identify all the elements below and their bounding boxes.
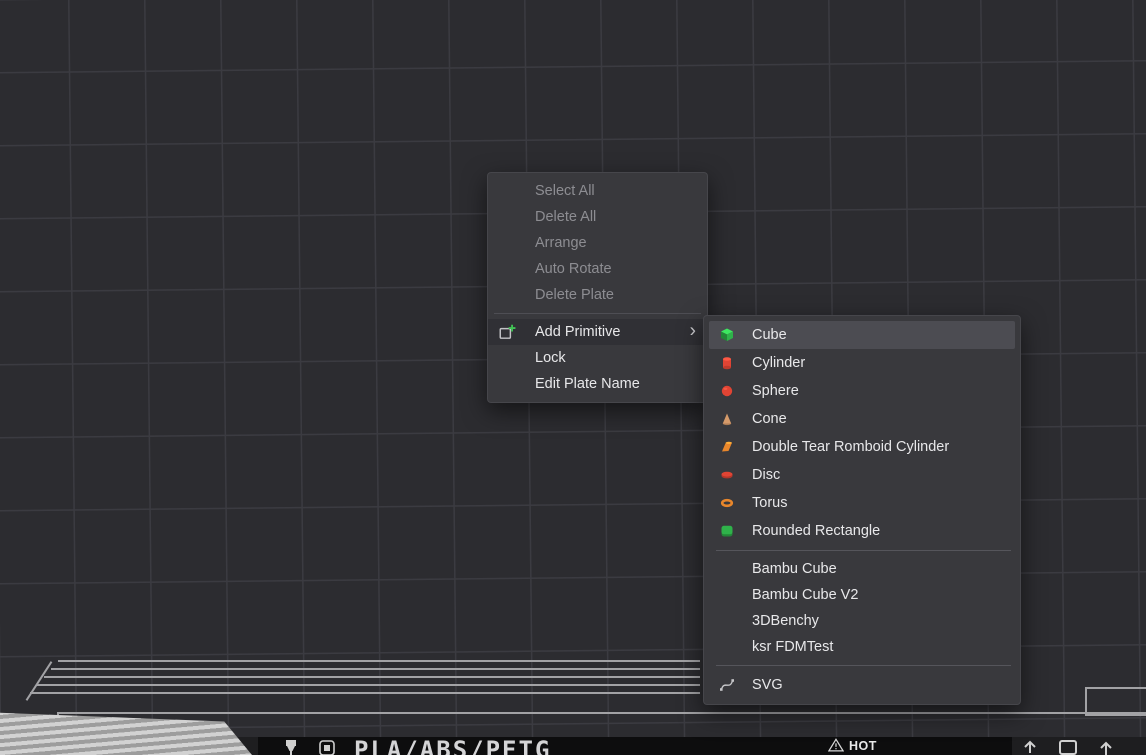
submenu-item-double-tear-romboid-cylinder[interactable]: Double Tear Romboid Cylinder [704,433,1020,461]
romboid-icon [719,439,735,455]
menu-item-label: Arrange [535,235,707,251]
nozzle-icon [282,739,300,755]
menu-item-label: Bambu Cube [752,561,1020,577]
submenu-item-bambu-cube[interactable]: Bambu Cube [704,556,1020,582]
plate-edge-diagonal [26,661,53,701]
menu-item-label: ksr FDMTest [752,639,1020,655]
torus-icon [719,495,735,511]
submenu-item-rounded-rectangle[interactable]: Rounded Rectangle [704,517,1020,545]
menu-item-label: Rounded Rectangle [752,523,1020,539]
context-menu-item-lock[interactable]: Lock [488,345,707,371]
menu-item-label: Delete Plate [535,287,707,303]
submenu-item-svg[interactable]: SVG [704,671,1020,699]
menu-item-label: Select All [535,183,707,199]
sphere-icon [719,383,735,399]
submenu-item-sphere[interactable]: Sphere [704,377,1020,405]
plate-select-icon[interactable] [1058,738,1078,755]
submenu-item-cylinder[interactable]: Cylinder [704,349,1020,377]
submenu-group-3: SVG [704,671,1020,699]
add-primitive-icon [498,323,516,341]
menu-item-label: Bambu Cube V2 [752,587,1020,603]
menu-item-label: Disc [752,467,1020,483]
cylinder-icon [719,355,735,371]
menu-item-label: Edit Plate Name [535,376,707,392]
context-menu-item-delete-all: Delete All [488,204,707,230]
filament-types-label: PLA/ABS/PETG [354,737,551,755]
menu-separator [716,550,1011,551]
menu-item-label: Cube [752,327,1015,343]
upload-icon[interactable] [1020,738,1040,755]
slicer-window: PLA/ABS/PETG HOT Select All Delete All Arr… [0,0,1146,755]
rounded-rectangle-icon [719,523,735,539]
submenu-group-1: Cube Cylinder Sphere Cone Double Tear Romboi… [704,321,1020,545]
submenu-item-3dbenchy[interactable]: 3DBenchy [704,608,1020,634]
submenu-group-2: Bambu Cube Bambu Cube V2 3DBenchy ksr FDMTe… [704,556,1020,660]
chevron-right-icon: › [690,322,696,341]
plate-front-line [57,712,1146,714]
menu-separator [716,665,1011,666]
context-menu-item-delete-plate: Delete Plate [488,282,707,308]
menu-item-label: Lock [535,350,707,366]
svg-curve-icon [719,677,735,693]
menu-item-label: Torus [752,495,1020,511]
menu-item-label: 3DBenchy [752,613,1020,629]
context-menu-item-add-primitive[interactable]: Add Primitive› [488,319,707,345]
menu-item-label: Delete All [535,209,707,225]
submenu-item-cube[interactable]: Cube [709,321,1015,349]
menu-item-label: Cylinder [752,355,1020,371]
hot-label: HOT [849,739,877,753]
menu-item-label: Add Primitive [535,324,707,340]
submenu-item-bambu-cube-v2[interactable]: Bambu Cube V2 [704,582,1020,608]
warning-triangle-icon [828,738,844,753]
cone-icon [719,411,735,427]
bottom-right-toolbar [1020,738,1116,755]
plate-corner-marker [1085,687,1146,716]
submenu-item-ksr-fdmtest[interactable]: ksr FDMTest [704,634,1020,660]
menu-item-label: Auto Rotate [535,261,707,277]
cube-icon [719,327,735,343]
context-menu-item-auto-rotate: Auto Rotate [488,256,707,282]
plate-name-bar[interactable]: PLA/ABS/PETG HOT [258,737,1012,755]
context-menu-item-select-all: Select All [488,178,707,204]
submenu-item-cone[interactable]: Cone [704,405,1020,433]
menu-item-label: Sphere [752,383,1020,399]
bed-temp-warning: HOT [828,738,877,753]
submenu-item-disc[interactable]: Disc [704,461,1020,489]
menu-item-label: SVG [752,677,1020,693]
submenu-item-torus[interactable]: Torus [704,489,1020,517]
plate-icon [318,739,336,755]
disc-icon [719,467,735,483]
plate-context-menu: Select All Delete All Arrange Auto Rotate De… [487,172,708,403]
arrow-up-icon[interactable] [1096,738,1116,755]
add-primitive-submenu: Cube Cylinder Sphere Cone Double Tear Romboi… [703,315,1021,705]
menu-item-label: Double Tear Romboid Cylinder [752,439,1020,455]
menu-item-label: Cone [752,411,1020,427]
context-menu-item-edit-plate-name[interactable]: Edit Plate Name [488,371,707,397]
menu-separator [494,313,701,314]
context-menu-item-arrange: Arrange [488,230,707,256]
